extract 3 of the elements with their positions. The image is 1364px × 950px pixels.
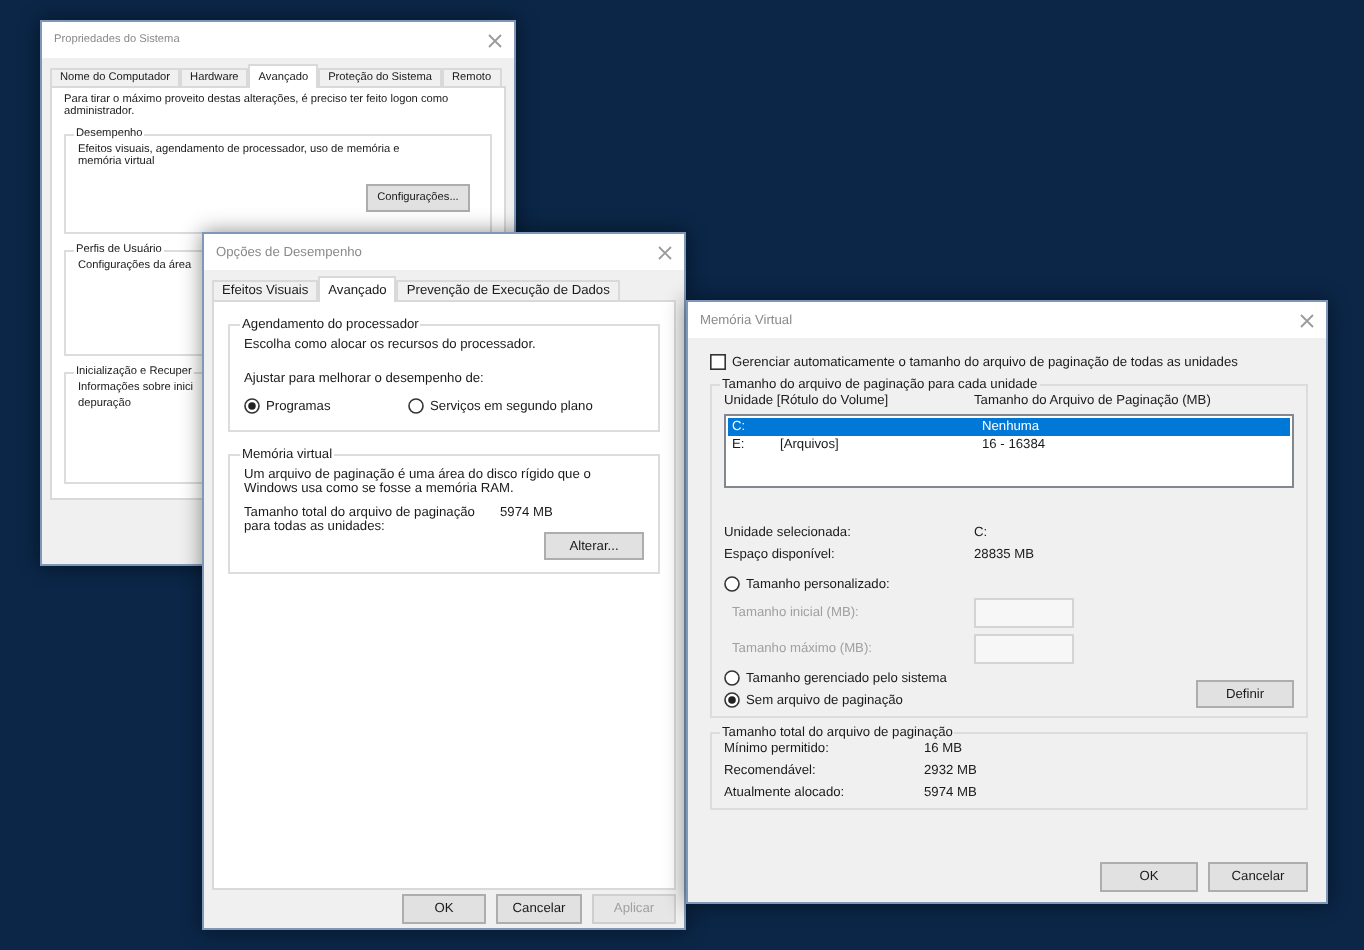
close-icon[interactable] <box>1300 313 1314 327</box>
close-icon[interactable] <box>658 245 672 259</box>
close-icon[interactable] <box>488 33 502 47</box>
